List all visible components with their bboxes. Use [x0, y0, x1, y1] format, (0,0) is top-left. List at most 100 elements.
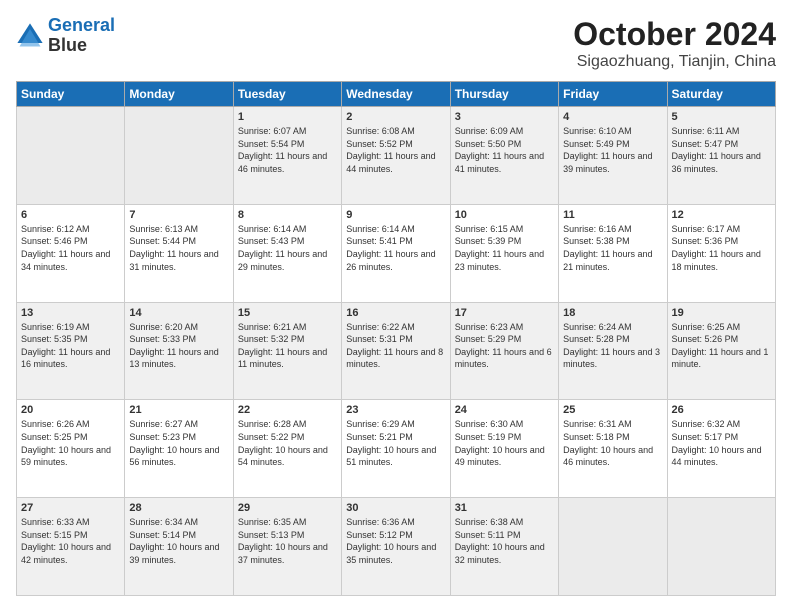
day-number: 12: [672, 209, 771, 221]
day-info: Sunrise: 6:26 AM Sunset: 5:25 PM Dayligh…: [21, 418, 120, 468]
calendar-cell: [125, 107, 233, 205]
calendar-week-row: 1 Sunrise: 6:07 AM Sunset: 5:54 PM Daylig…: [17, 107, 776, 205]
calendar-cell: 3 Sunrise: 6:09 AM Sunset: 5:50 PM Daylig…: [450, 107, 558, 205]
logo-icon: [16, 22, 44, 50]
calendar-cell: 7Sunrise: 6:13 AM Sunset: 5:44 PM Daylig…: [125, 204, 233, 302]
day-number: 14: [129, 307, 228, 319]
header: General Blue October 2024 Sigaozhuang, T…: [16, 16, 776, 71]
day-info: Sunrise: 6:21 AM Sunset: 5:32 PM Dayligh…: [238, 321, 337, 371]
calendar-cell: 9 Sunrise: 6:14 AM Sunset: 5:41 PM Daylig…: [342, 204, 450, 302]
day-info: Sunrise: 6:17 AM Sunset: 5:36 PM Dayligh…: [672, 223, 771, 273]
day-info: Sunrise: 6:20 AM Sunset: 5:33 PM Dayligh…: [129, 321, 228, 371]
calendar-cell: 25 Sunrise: 6:31 AM Sunset: 5:18 PM Dayli…: [559, 400, 667, 498]
calendar-cell: 23Sunrise: 6:29 AM Sunset: 5:21 PM Dayli…: [342, 400, 450, 498]
day-info: Sunrise: 6:25 AM Sunset: 5:26 PM Dayligh…: [672, 321, 771, 371]
calendar-cell: [559, 498, 667, 596]
weekday-header: Saturday: [667, 82, 775, 107]
calendar-week-row: 20Sunrise: 6:26 AM Sunset: 5:25 PM Dayli…: [17, 400, 776, 498]
day-info: Sunrise: 6:24 AM Sunset: 5:28 PM Dayligh…: [563, 321, 662, 371]
day-info: Sunrise: 6:34 AM Sunset: 5:14 PM Dayligh…: [129, 516, 228, 566]
day-number: 1: [238, 111, 337, 123]
page: General Blue October 2024 Sigaozhuang, T…: [0, 0, 792, 612]
weekday-header: Monday: [125, 82, 233, 107]
day-info: Sunrise: 6:30 AM Sunset: 5:19 PM Dayligh…: [455, 418, 554, 468]
calendar-cell: 29 Sunrise: 6:35 AM Sunset: 5:13 PM Dayli…: [233, 498, 341, 596]
calendar-cell: 12 Sunrise: 6:17 AM Sunset: 5:36 PM Dayli…: [667, 204, 775, 302]
calendar-cell: 6 Sunrise: 6:12 AM Sunset: 5:46 PM Daylig…: [17, 204, 125, 302]
day-info: Sunrise: 6:11 AM Sunset: 5:47 PM Dayligh…: [672, 125, 771, 175]
day-info: Sunrise: 6:07 AM Sunset: 5:54 PM Dayligh…: [238, 125, 337, 175]
day-number: 19: [672, 307, 771, 319]
day-info: Sunrise: 6:14 AM Sunset: 5:41 PM Dayligh…: [346, 223, 445, 273]
calendar-cell: 21Sunrise: 6:27 AM Sunset: 5:23 PM Dayli…: [125, 400, 233, 498]
calendar-cell: 16 Sunrise: 6:22 AM Sunset: 5:31 PM Dayli…: [342, 302, 450, 400]
day-info: Sunrise: 6:23 AM Sunset: 5:29 PM Dayligh…: [455, 321, 554, 371]
calendar-cell: 24 Sunrise: 6:30 AM Sunset: 5:19 PM Dayli…: [450, 400, 558, 498]
weekday-header: Tuesday: [233, 82, 341, 107]
day-number: 6: [21, 209, 120, 221]
day-number: 10: [455, 209, 554, 221]
day-number: 22: [238, 404, 337, 416]
calendar-cell: 19 Sunrise: 6:25 AM Sunset: 5:26 PM Dayli…: [667, 302, 775, 400]
day-info: Sunrise: 6:16 AM Sunset: 5:38 PM Dayligh…: [563, 223, 662, 273]
weekday-header: Sunday: [17, 82, 125, 107]
calendar-week-row: 27 Sunrise: 6:33 AM Sunset: 5:15 PM Dayli…: [17, 498, 776, 596]
weekday-header: Wednesday: [342, 82, 450, 107]
calendar-cell: 13Sunrise: 6:19 AM Sunset: 5:35 PM Dayli…: [17, 302, 125, 400]
day-info: Sunrise: 6:08 AM Sunset: 5:52 PM Dayligh…: [346, 125, 445, 175]
calendar-week-row: 6 Sunrise: 6:12 AM Sunset: 5:46 PM Daylig…: [17, 204, 776, 302]
day-info: Sunrise: 6:10 AM Sunset: 5:49 PM Dayligh…: [563, 125, 662, 175]
day-info: Sunrise: 6:35 AM Sunset: 5:13 PM Dayligh…: [238, 516, 337, 566]
day-number: 27: [21, 502, 120, 514]
day-number: 8: [238, 209, 337, 221]
day-number: 31: [455, 502, 554, 514]
day-number: 9: [346, 209, 445, 221]
calendar-cell: 8 Sunrise: 6:14 AM Sunset: 5:43 PM Daylig…: [233, 204, 341, 302]
calendar-cell: 27 Sunrise: 6:33 AM Sunset: 5:15 PM Dayli…: [17, 498, 125, 596]
day-number: 15: [238, 307, 337, 319]
calendar-cell: 18 Sunrise: 6:24 AM Sunset: 5:28 PM Dayli…: [559, 302, 667, 400]
day-number: 18: [563, 307, 662, 319]
calendar-cell: 10 Sunrise: 6:15 AM Sunset: 5:39 PM Dayli…: [450, 204, 558, 302]
calendar-week-row: 13Sunrise: 6:19 AM Sunset: 5:35 PM Dayli…: [17, 302, 776, 400]
day-info: Sunrise: 6:14 AM Sunset: 5:43 PM Dayligh…: [238, 223, 337, 273]
day-number: 25: [563, 404, 662, 416]
day-info: Sunrise: 6:28 AM Sunset: 5:22 PM Dayligh…: [238, 418, 337, 468]
day-number: 24: [455, 404, 554, 416]
day-info: Sunrise: 6:29 AM Sunset: 5:21 PM Dayligh…: [346, 418, 445, 468]
calendar-cell: [667, 498, 775, 596]
logo: General Blue: [16, 16, 115, 56]
day-number: 7: [129, 209, 228, 221]
calendar-cell: 31 Sunrise: 6:38 AM Sunset: 5:11 PM Dayli…: [450, 498, 558, 596]
day-info: Sunrise: 6:38 AM Sunset: 5:11 PM Dayligh…: [455, 516, 554, 566]
day-info: Sunrise: 6:31 AM Sunset: 5:18 PM Dayligh…: [563, 418, 662, 468]
day-number: 29: [238, 502, 337, 514]
day-number: 5: [672, 111, 771, 123]
calendar-cell: 26Sunrise: 6:32 AM Sunset: 5:17 PM Dayli…: [667, 400, 775, 498]
calendar-cell: 15 Sunrise: 6:21 AM Sunset: 5:32 PM Dayli…: [233, 302, 341, 400]
calendar-cell: 17Sunrise: 6:23 AM Sunset: 5:29 PM Dayli…: [450, 302, 558, 400]
location-title: Sigaozhuang, Tianjin, China: [573, 53, 776, 71]
logo-text: General Blue: [48, 16, 115, 56]
calendar-cell: 4Sunrise: 6:10 AM Sunset: 5:49 PM Daylig…: [559, 107, 667, 205]
day-number: 30: [346, 502, 445, 514]
calendar-cell: 1 Sunrise: 6:07 AM Sunset: 5:54 PM Daylig…: [233, 107, 341, 205]
logo-line1: General: [48, 15, 115, 35]
calendar-cell: 14 Sunrise: 6:20 AM Sunset: 5:33 PM Dayli…: [125, 302, 233, 400]
day-info: Sunrise: 6:22 AM Sunset: 5:31 PM Dayligh…: [346, 321, 445, 371]
calendar-cell: 11 Sunrise: 6:16 AM Sunset: 5:38 PM Dayli…: [559, 204, 667, 302]
weekday-header: Friday: [559, 82, 667, 107]
day-info: Sunrise: 6:36 AM Sunset: 5:12 PM Dayligh…: [346, 516, 445, 566]
day-info: Sunrise: 6:32 AM Sunset: 5:17 PM Dayligh…: [672, 418, 771, 468]
calendar-cell: [17, 107, 125, 205]
calendar-cell: 30 Sunrise: 6:36 AM Sunset: 5:12 PM Dayli…: [342, 498, 450, 596]
day-info: Sunrise: 6:12 AM Sunset: 5:46 PM Dayligh…: [21, 223, 120, 273]
logo-line2: Blue: [48, 36, 115, 56]
day-info: Sunrise: 6:33 AM Sunset: 5:15 PM Dayligh…: [21, 516, 120, 566]
day-number: 3: [455, 111, 554, 123]
day-info: Sunrise: 6:15 AM Sunset: 5:39 PM Dayligh…: [455, 223, 554, 273]
day-number: 11: [563, 209, 662, 221]
day-info: Sunrise: 6:19 AM Sunset: 5:35 PM Dayligh…: [21, 321, 120, 371]
day-info: Sunrise: 6:09 AM Sunset: 5:50 PM Dayligh…: [455, 125, 554, 175]
day-number: 16: [346, 307, 445, 319]
